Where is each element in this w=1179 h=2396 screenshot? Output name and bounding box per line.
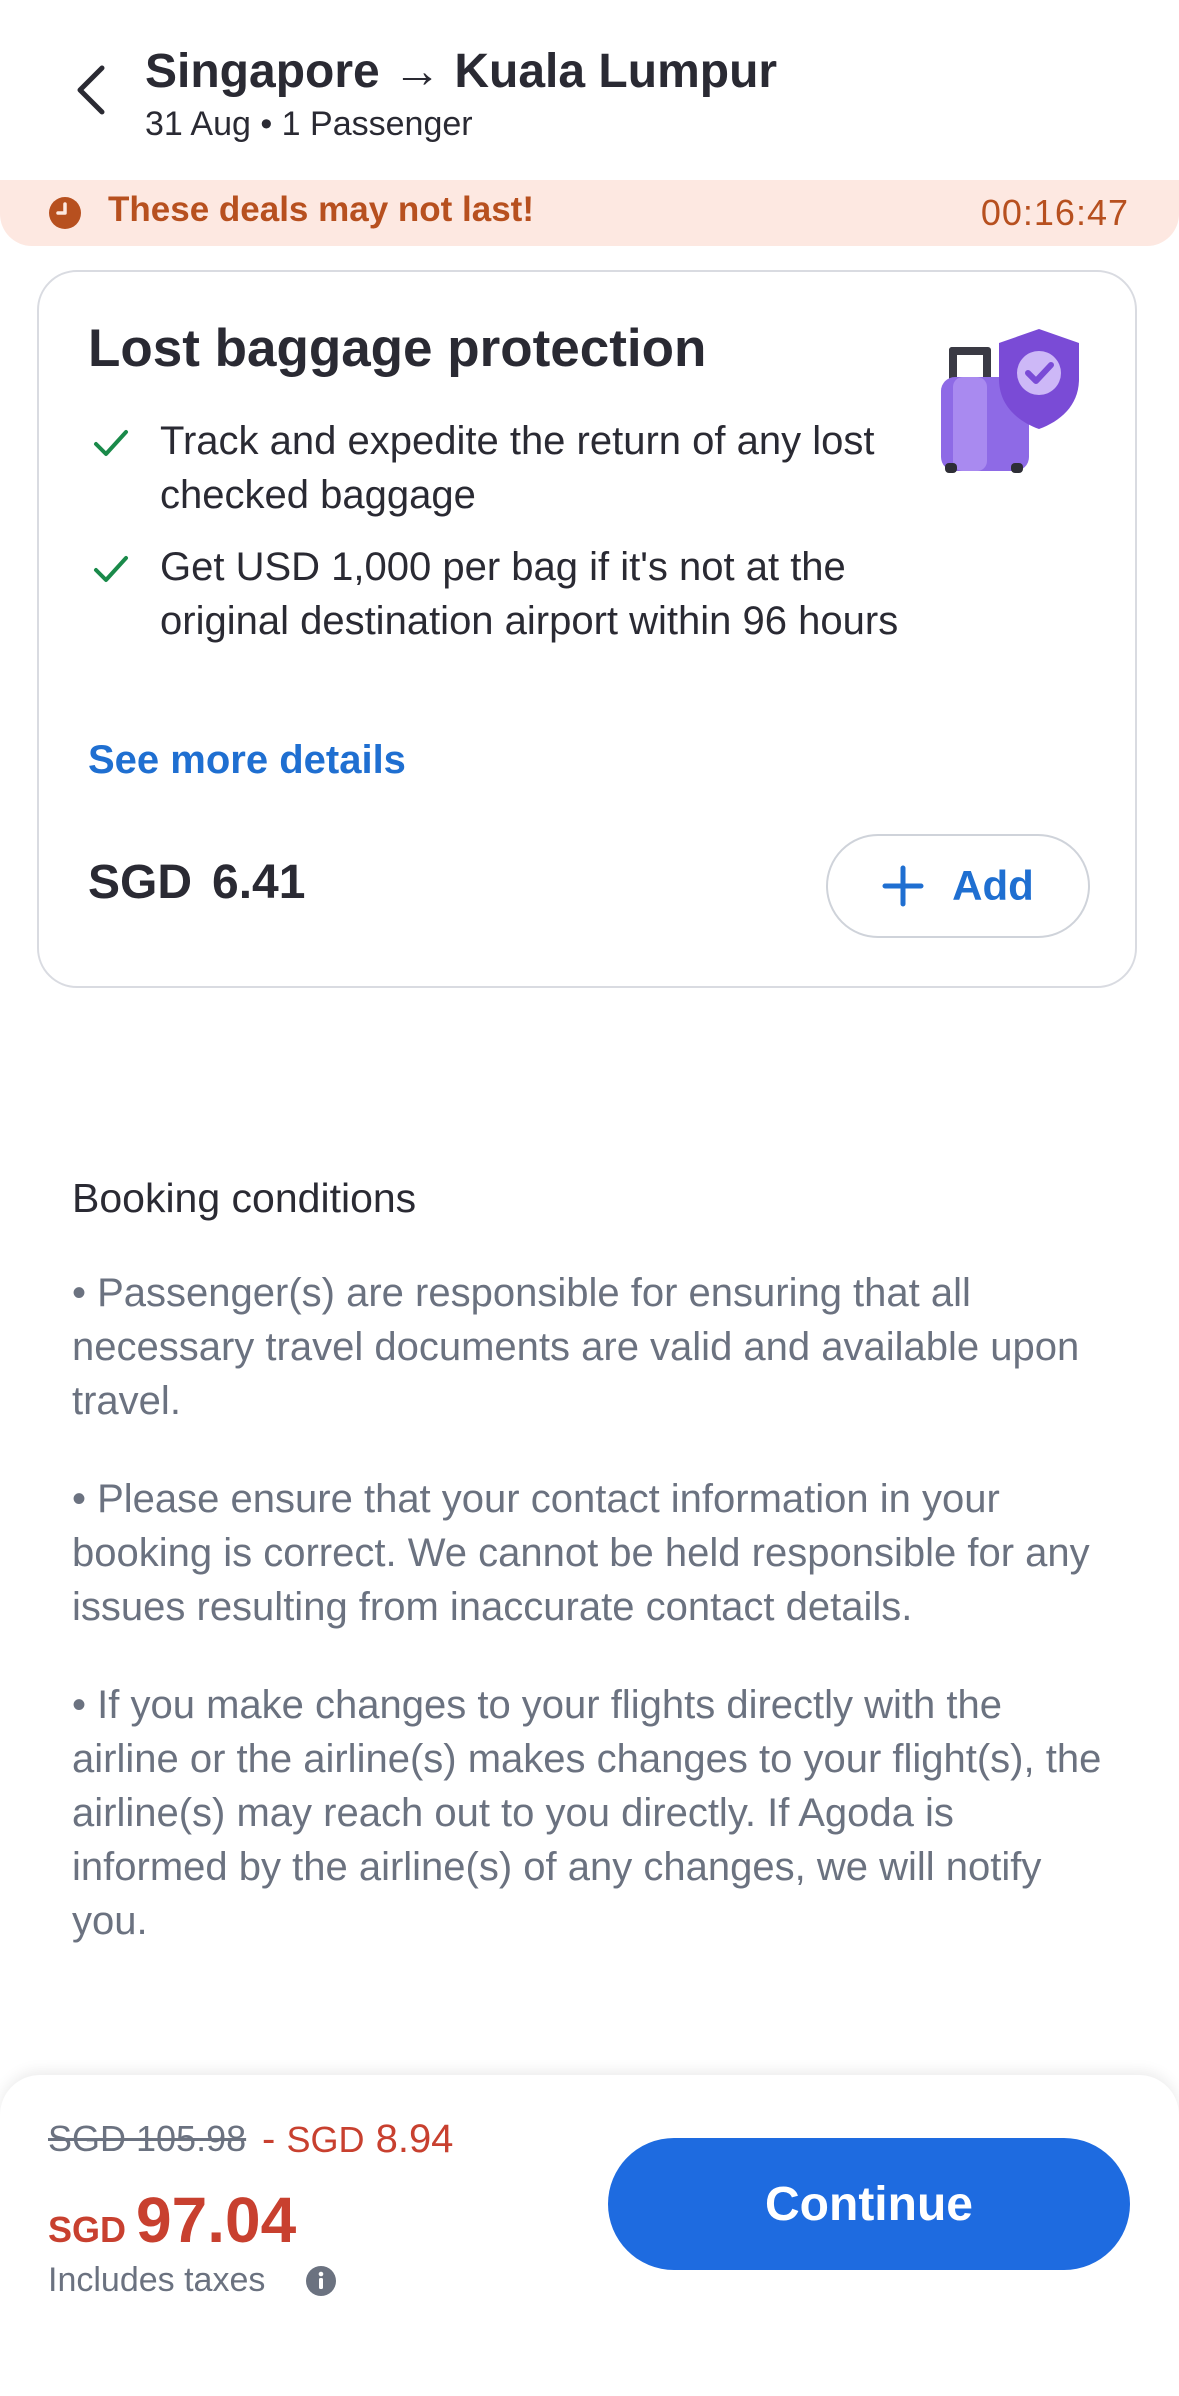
price-amount: 6.41: [212, 856, 306, 909]
final-price: SGD 97.04: [48, 2183, 296, 2257]
benefit-item: Track and expedite the return of any los…: [160, 419, 875, 517]
card-title: Lost baggage protection: [88, 319, 707, 378]
add-button-label: Add: [952, 862, 1034, 909]
add-protection-button[interactable]: Add: [826, 834, 1090, 938]
suitcase-shield-icon: [941, 329, 1079, 473]
route-title: Singapore → Kuala Lumpur: [145, 45, 778, 98]
clock-icon: [49, 197, 81, 229]
discount-prefix: -: [262, 2117, 287, 2161]
price-currency: SGD: [88, 856, 193, 909]
booking-condition-item: • Please ensure that your contact inform…: [72, 1477, 1090, 1629]
deal-message: These deals may not last!: [108, 190, 534, 229]
top-header: Singapore → Kuala Lumpur 31 Aug • 1 Pass…: [0, 0, 1179, 178]
trip-subtitle: 31 Aug • 1 Passenger: [145, 105, 473, 143]
chevron-left-icon: [77, 65, 105, 115]
booking-conditions-heading: Booking conditions: [72, 1175, 417, 1221]
final-currency: SGD: [48, 2209, 127, 2250]
continue-button[interactable]: Continue: [608, 2138, 1130, 2270]
protection-price: SGD 6.41: [88, 855, 305, 910]
info-icon[interactable]: [305, 2265, 337, 2297]
final-amount: 97.04: [136, 2184, 297, 2256]
see-more-details-link[interactable]: See more details: [88, 738, 406, 783]
plus-icon: [882, 865, 924, 907]
booking-condition-item: • If you make changes to your flights di…: [72, 1683, 1102, 1943]
discount-currency: SGD: [286, 2119, 365, 2160]
benefit-item: Get USD 1,000 per bag if it's not at the…: [160, 545, 899, 643]
discount-amount: - SGD 8.94: [262, 2117, 453, 2162]
back-button[interactable]: [50, 50, 130, 130]
check-icon: [94, 430, 128, 456]
deal-countdown: 00:16:47: [980, 192, 1129, 233]
booking-condition-item: • Passenger(s) are responsible for ensur…: [72, 1271, 1080, 1423]
check-icon: [94, 556, 128, 582]
includes-taxes-note: Includes taxes: [48, 2261, 266, 2299]
discount-value: 8.94: [375, 2117, 454, 2161]
original-price: SGD 105.98: [48, 2118, 247, 2159]
